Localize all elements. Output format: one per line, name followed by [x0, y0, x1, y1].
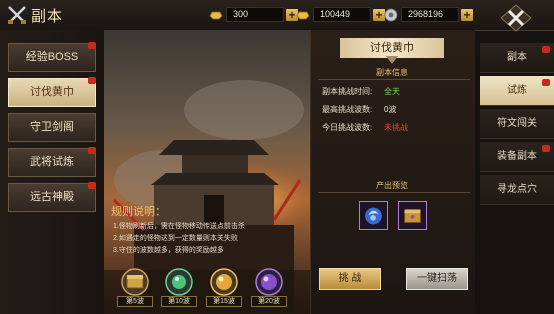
rules-title: 规则说明： [111, 206, 166, 218]
menu-item-label: 经验BOSS [25, 51, 79, 63]
rule-line: 1.怪物刷新后，需在怪物移动传送点前击杀 [113, 223, 245, 230]
divider [318, 79, 470, 80]
tab-rune-challenge[interactable]: 符文闯关 [480, 109, 554, 139]
menu-item-label: 远古神殿 [30, 191, 74, 203]
menu-item-general-trial[interactable]: 武将试炼 [8, 147, 96, 177]
wave-label: 第20波 [251, 296, 287, 307]
rule-line: 3.守住的波数越多，获得的奖励越多 [113, 247, 224, 254]
notification-dot [542, 46, 550, 53]
menu-item-label: 守卫剑阁 [30, 121, 74, 133]
tab-label: 符文闯关 [497, 118, 537, 129]
tab-dragon-hunt[interactable]: 寻龙点穴 [480, 175, 554, 205]
resource-gold-ingot: 300 + [209, 7, 298, 22]
preview-section-title: 产出预览 [376, 181, 408, 190]
silver-amount: 2968196 [401, 7, 459, 22]
reward-item-spirit-icon[interactable] [359, 201, 388, 230]
gold-ingot-icon [296, 11, 310, 19]
wave-label: 第10波 [161, 296, 197, 307]
sweep-button[interactable]: 一键扫荡 [406, 268, 468, 290]
menu-item-label: 讨伐黄巾 [30, 86, 74, 98]
notification-dot [542, 79, 550, 86]
notification-dot [542, 145, 550, 152]
page-header: 副本 [6, 3, 63, 27]
tab-label: 装备副本 [497, 151, 537, 162]
tab-label: 试炼 [507, 85, 527, 96]
panel-title: 讨伐黄巾 [340, 38, 444, 58]
reward-item-chest-icon[interactable] [398, 201, 427, 230]
menu-item-exp-boss[interactable]: 经验BOSS [8, 42, 96, 72]
divider [318, 192, 470, 193]
tab-equipment-dungeon[interactable]: 装备副本 [480, 142, 554, 172]
silver-coin-icon [384, 8, 398, 21]
tab-label: 副本 [507, 52, 527, 63]
page-title: 副本 [31, 6, 64, 25]
rule-line: 2.如遇走的怪物达到一定数量则本关失败 [113, 235, 238, 242]
notification-dot [88, 77, 96, 84]
ornament-icon [386, 56, 398, 64]
info-label: 最高挑战波数: [322, 105, 373, 114]
info-row-max-wave: 最高挑战波数: 0波 [322, 104, 396, 115]
info-label: 副本挑战时间: [322, 87, 373, 96]
wave-label: 第5波 [117, 296, 153, 307]
info-value: 未挑战 [384, 123, 408, 132]
gold-ingot-icon [209, 11, 223, 19]
notification-dot [88, 182, 96, 189]
menu-item-ancient-temple[interactable]: 远古神殿 [8, 182, 96, 212]
resource-silver: 2968196 + [384, 7, 473, 22]
wave-label: 第15波 [206, 296, 242, 307]
crossed-swords-icon [8, 6, 26, 24]
info-value: 0波 [384, 105, 397, 114]
menu-item-yellow-turban[interactable]: 讨伐黄巾 [8, 77, 96, 107]
gold-bar-amount: 100449 [313, 7, 371, 22]
info-section-title: 副本信息 [376, 68, 408, 77]
menu-item-jiange-defense[interactable]: 守卫剑阁 [8, 113, 96, 142]
close-icon[interactable] [500, 4, 532, 32]
tab-dungeon[interactable]: 副本 [480, 43, 554, 73]
gold-ingot-amount: 300 [226, 7, 284, 22]
menu-item-label: 武将试炼 [30, 156, 74, 168]
info-row-time: 副本挑战时间: 全天 [322, 86, 400, 97]
info-row-today-wave: 今日挑战波数: 未挑战 [322, 122, 408, 133]
notification-dot [88, 147, 96, 154]
info-label: 今日挑战波数: [322, 123, 373, 132]
add-silver-button[interactable]: + [461, 8, 473, 21]
challenge-button[interactable]: 挑 战 [319, 268, 381, 290]
tab-trial[interactable]: 试炼 [480, 76, 554, 106]
tab-label: 寻龙点穴 [497, 184, 537, 195]
info-value: 全天 [384, 87, 400, 96]
notification-dot [88, 42, 96, 49]
resource-gold-bar: 100449 + [296, 7, 385, 22]
